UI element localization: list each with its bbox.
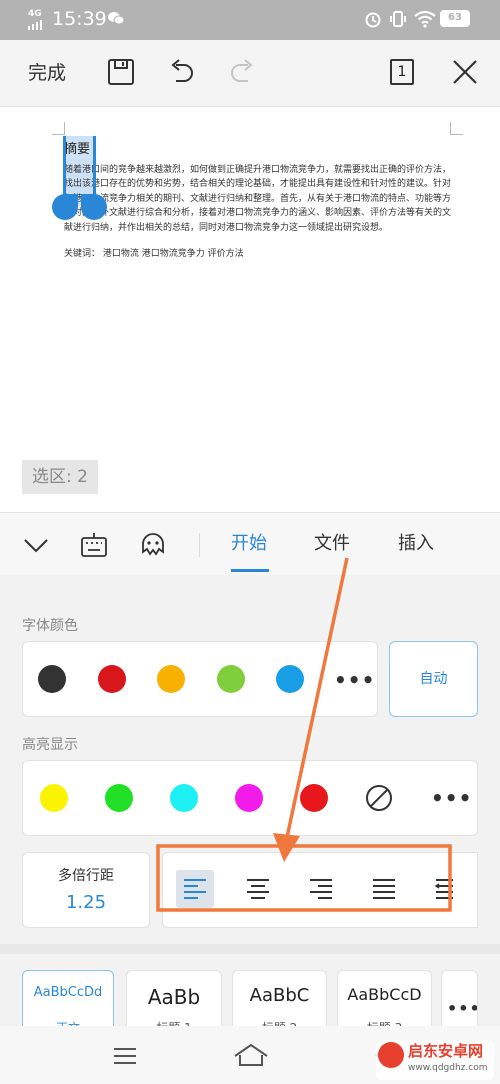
font-color-label: 字体颜色 <box>22 618 78 634</box>
battery-indicator: 63 <box>440 10 470 27</box>
done-button[interactable]: 完成 <box>28 60 66 86</box>
signal-bars-icon <box>28 20 42 30</box>
styles-more-dots: ••• <box>447 999 478 1018</box>
keyboard-icon[interactable] <box>80 531 108 559</box>
align-left-icon[interactable] <box>181 876 209 902</box>
selection-start-handle[interactable] <box>52 194 78 220</box>
page-margin-mark <box>52 122 65 135</box>
font-color-palette <box>22 641 378 717</box>
wechat-icon <box>108 12 124 25</box>
no-highlight-icon[interactable] <box>365 784 393 812</box>
align-center-icon[interactable] <box>244 876 272 902</box>
vibrate-icon <box>390 11 406 27</box>
collapse-chevron-icon[interactable] <box>22 533 50 557</box>
font-color-swatch[interactable] <box>276 665 304 693</box>
tab-start[interactable]: 开始 <box>231 532 267 556</box>
line-spacing-value: 1.25 <box>65 892 107 913</box>
save-icon[interactable] <box>106 57 136 87</box>
menu-icon[interactable] <box>112 1046 138 1066</box>
network-type: 4G <box>28 9 42 19</box>
selection-end-handle[interactable] <box>81 194 107 220</box>
clock: 15:39 <box>52 8 107 30</box>
line-spacing-title: 多倍行距 <box>58 868 114 884</box>
font-color-more-button[interactable]: ••• <box>334 670 375 690</box>
highlight-swatch[interactable] <box>105 784 133 812</box>
align-justify-icon[interactable] <box>370 876 398 902</box>
font-color-swatch[interactable] <box>38 665 66 693</box>
watermark-logo <box>378 1042 404 1068</box>
editor-toolbar: 完成 1 <box>0 40 500 107</box>
highlight-swatch[interactable] <box>235 784 263 812</box>
doc-paragraph[interactable]: 随着港口间的竞争越来越激烈，如何做到正确提升港口物流竞争力，就需要找出正确的评价… <box>64 163 454 235</box>
style-sample: AaBbCcDd <box>33 985 103 1000</box>
selection-count-badge: 选区: 2 <box>22 460 98 494</box>
page-count-button[interactable]: 1 <box>390 59 414 85</box>
close-icon[interactable] <box>450 57 480 87</box>
align-distributed-icon[interactable] <box>433 876 453 902</box>
wifi-icon <box>414 10 436 28</box>
status-bar: 4G 15:39 63 <box>0 0 500 40</box>
font-color-swatch[interactable] <box>216 665 245 693</box>
panel-divider <box>0 944 500 954</box>
highlight-more-button[interactable]: ••• <box>431 788 472 808</box>
active-tab-indicator <box>231 569 269 572</box>
align-right-icon[interactable] <box>307 876 335 902</box>
redo-icon[interactable] <box>228 57 258 87</box>
tab-insert[interactable]: 插入 <box>398 532 434 556</box>
assistant-icon[interactable] <box>139 530 167 558</box>
highlight-swatch[interactable] <box>300 784 328 812</box>
font-color-swatch[interactable] <box>157 665 185 693</box>
signal-indicator: 4G <box>28 10 42 30</box>
style-sample: AaBbCcD <box>347 985 422 1004</box>
highlight-swatch[interactable] <box>170 784 198 812</box>
line-spacing-button[interactable]: 多倍行距 1.25 <box>22 852 150 928</box>
style-sample: AaBb <box>147 985 201 1009</box>
highlight-swatch[interactable] <box>40 784 68 812</box>
style-sample: AaBbC <box>249 985 310 1006</box>
watermark-url: www.qdgdhz.com <box>408 1063 488 1073</box>
undo-icon[interactable] <box>166 57 196 87</box>
ribbon-tab-bar: 开始 文件 插入 <box>0 512 500 575</box>
tab-separator <box>199 533 200 557</box>
home-icon[interactable] <box>232 1042 270 1068</box>
highlight-label: 高亮显示 <box>22 737 78 753</box>
alarm-icon <box>365 12 381 28</box>
tab-file[interactable]: 文件 <box>314 532 350 556</box>
doc-keywords[interactable]: 关键词： 港口物流 港口物流竞争力 评价方法 <box>64 248 244 260</box>
doc-heading[interactable]: 摘要 <box>64 141 96 158</box>
auto-color-button[interactable]: 自动 <box>389 641 478 717</box>
selection-start-line <box>63 136 66 198</box>
site-watermark: 启东安卓网 www.qdgdhz.com <box>376 1040 494 1080</box>
page-margin-mark <box>450 122 463 135</box>
font-color-swatch[interactable] <box>97 665 126 693</box>
watermark-title: 启东安卓网 <box>408 1042 484 1060</box>
selection-end-line <box>93 136 96 198</box>
